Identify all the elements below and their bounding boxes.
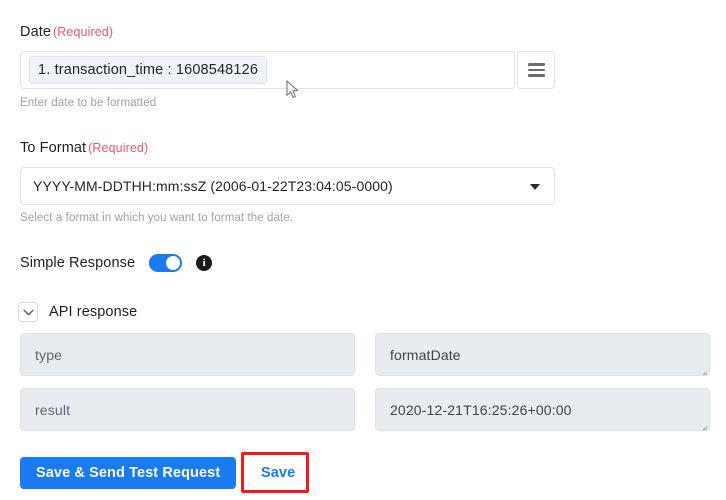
save-button[interactable]: Save [247,457,310,489]
to-format-select[interactable]: YYYY-MM-DDTHH:mm:ssZ (2006-01-22T23:04:0… [20,167,555,205]
to-format-field-label: To Format (Required) [20,140,148,156]
hamburger-bar [527,63,545,66]
api-response-row: result 2020-12-21T16:25:26+00:00 [20,388,710,431]
chevron-down-icon[interactable] [18,302,38,322]
hamburger-bar [527,68,545,72]
api-response-header[interactable]: API response [18,302,137,322]
api-response-key-field[interactable]: type [20,333,355,376]
date-helper-text: Enter date to be formatted [20,97,157,109]
date-field-label: Date (Required) [20,24,113,40]
resize-handle-icon[interactable] [698,365,707,374]
api-response-title: API response [49,304,138,320]
api-response-value-text: formatDate [390,346,461,363]
hamburger-bar [527,74,545,77]
to-format-required-marker: (Required) [88,141,149,155]
date-input[interactable]: 1. transaction_time : 1608548126 [20,51,515,89]
date-required-marker: (Required) [53,25,114,39]
simple-response-label: Simple Response [20,255,136,271]
to-format-field-group: To Format (Required) [20,140,148,156]
info-icon[interactable]: i [196,255,213,271]
api-response-value-field[interactable]: formatDate [375,333,710,376]
toggle-knob [166,256,181,270]
hamburger-menu-icon[interactable] [517,51,555,89]
save-and-send-test-request-button[interactable]: Save & Send Test Request [20,457,237,489]
integration-action-setup-form: Date (Required) 1. transaction_time : 160… [0,0,726,500]
api-response-fields: type formatDate result 2020-12-21T16:25:… [20,333,710,443]
to-format-selected-value: YYYY-MM-DDTHH:mm:ssZ (2006-01-22T23:04:0… [33,178,393,194]
date-token-chip[interactable]: 1. transaction_time : 1608548126 [29,56,268,84]
to-format-label-text: To Format [20,140,87,156]
api-response-row: type formatDate [20,333,710,376]
resize-handle-icon[interactable] [698,420,707,429]
date-field-group: Date (Required) [20,24,113,40]
chevron-down-icon[interactable] [530,184,540,190]
date-input-row: 1. transaction_time : 1608548126 [20,51,555,89]
api-response-value-field[interactable]: 2020-12-21T16:25:26+00:00 [375,388,710,431]
info-icon-glyph: i [202,256,206,269]
to-format-helper-text: Select a format in which you want to for… [20,212,294,224]
simple-response-toggle[interactable] [149,254,183,272]
simple-response-row: Simple Response i [20,254,213,272]
api-response-key-field[interactable]: result [20,388,355,431]
api-response-value-text: 2020-12-21T16:25:26+00:00 [390,401,572,418]
date-label-text: Date [20,24,52,40]
